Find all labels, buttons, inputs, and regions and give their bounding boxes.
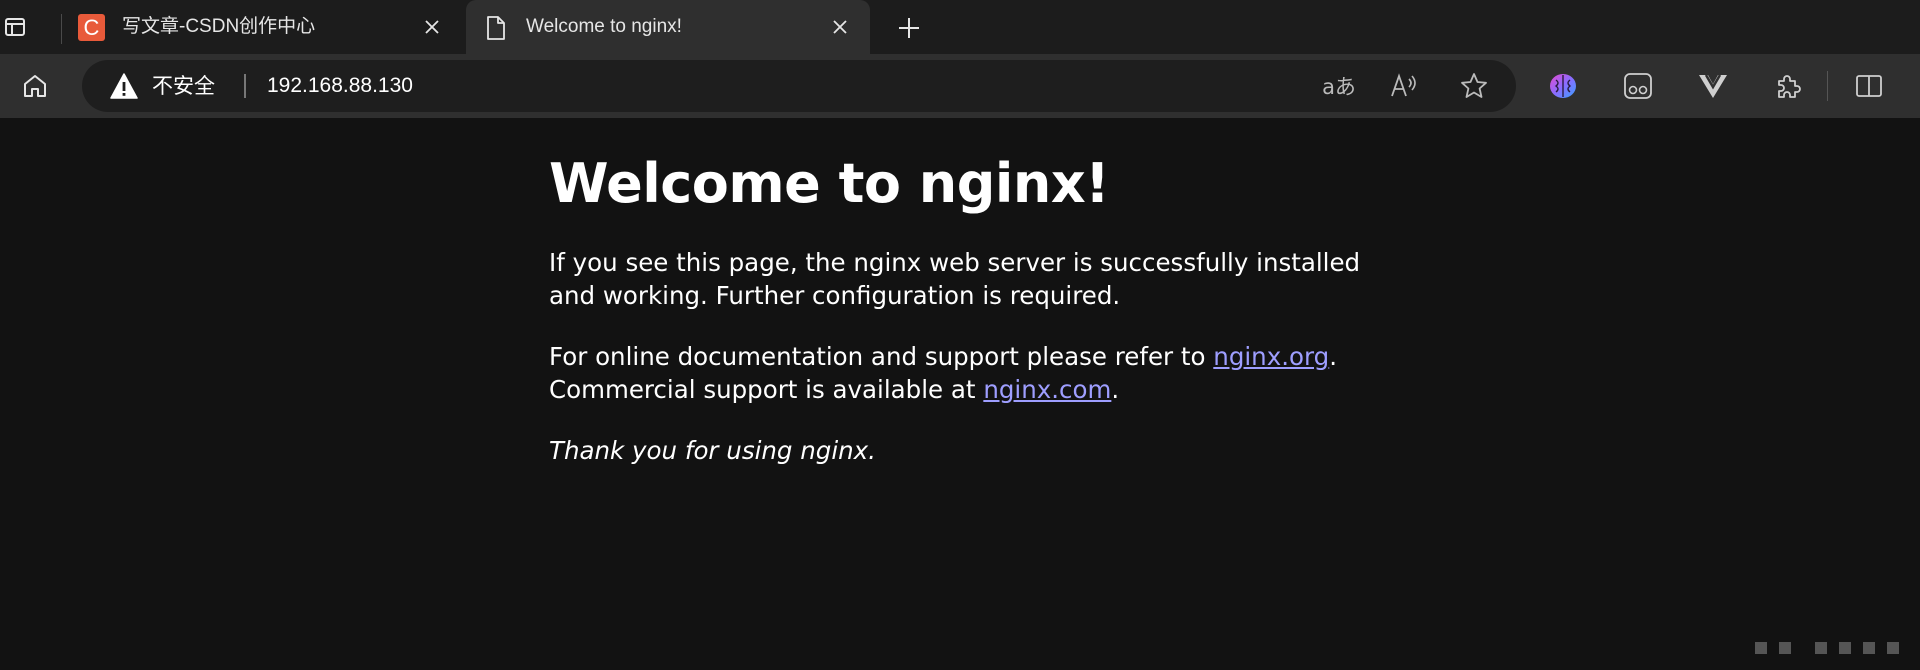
vue-devtools-icon — [1699, 74, 1727, 98]
commercial-support-text: Commercial support is available at — [549, 375, 984, 405]
home-button[interactable] — [15, 66, 55, 106]
security-status-label[interactable]: 不安全 — [152, 60, 215, 112]
page-icon — [482, 14, 509, 41]
period: . — [1329, 342, 1337, 372]
brain-icon — [1550, 74, 1576, 98]
extensions-button[interactable] — [1768, 66, 1808, 106]
address-bar[interactable]: 不安全 192.168.88.130 aあ — [82, 60, 1516, 112]
corner-indicator — [1755, 642, 1911, 654]
page-heading: Welcome to nginx! — [549, 152, 1110, 215]
reader-glasses-icon — [1624, 73, 1652, 99]
translate-icon[interactable]: aあ — [1320, 67, 1358, 105]
close-tab-icon[interactable] — [422, 17, 442, 37]
translate-icon-glyph: aあ — [1322, 75, 1356, 99]
support-paragraph: For online documentation and support ple… — [549, 340, 1409, 406]
tab-csdn[interactable]: C 写文章-CSDN创作中心 — [62, 0, 462, 54]
tab-actions-icon — [5, 18, 25, 36]
omnibox-separator — [244, 74, 246, 98]
favorite-star-icon[interactable] — [1455, 67, 1493, 105]
toolbar: 不安全 192.168.88.130 aあ — [0, 54, 1920, 118]
intro-paragraph: If you see this page, the nginx web serv… — [549, 248, 1361, 311]
warning-icon[interactable] — [110, 73, 138, 99]
thanks-paragraph: Thank you for using nginx. — [549, 434, 1409, 467]
tab-title: Welcome to nginx! — [526, 16, 682, 37]
plus-icon — [899, 18, 919, 38]
nginx-org-link[interactable]: nginx.org — [1213, 342, 1329, 371]
tab-nginx[interactable]: Welcome to nginx! — [466, 0, 870, 54]
split-screen-button[interactable] — [1849, 66, 1889, 106]
read-aloud-icon[interactable] — [1386, 67, 1424, 105]
tab-strip: C 写文章-CSDN创作中心 Welcome to nginx! — [0, 0, 1920, 54]
support-text: For online documentation and support ple… — [549, 342, 1214, 372]
puzzle-icon — [1778, 75, 1801, 98]
url-text[interactable]: 192.168.88.130 — [267, 60, 413, 112]
page-content: Welcome to nginx! If you see this page, … — [549, 118, 1409, 467]
csdn-favicon-icon: C — [78, 14, 105, 41]
extension-button-1[interactable] — [1618, 66, 1658, 106]
period: . — [1111, 375, 1120, 405]
copilot-brain-button[interactable] — [1543, 66, 1583, 106]
new-tab-button[interactable] — [892, 11, 926, 45]
nginx-com-link[interactable]: nginx.com — [983, 375, 1111, 404]
tab-title: 写文章-CSDN创作中心 — [122, 16, 316, 37]
tab-actions-button[interactable] — [0, 10, 30, 44]
thanks-text: Thank you for using nginx. — [549, 436, 876, 466]
extension-button-2[interactable] — [1693, 66, 1733, 106]
split-screen-icon — [1856, 75, 1882, 97]
home-icon — [24, 75, 46, 97]
csdn-logo: C — [78, 14, 105, 41]
toolbar-divider — [1827, 71, 1828, 101]
close-tab-icon[interactable] — [830, 17, 850, 37]
